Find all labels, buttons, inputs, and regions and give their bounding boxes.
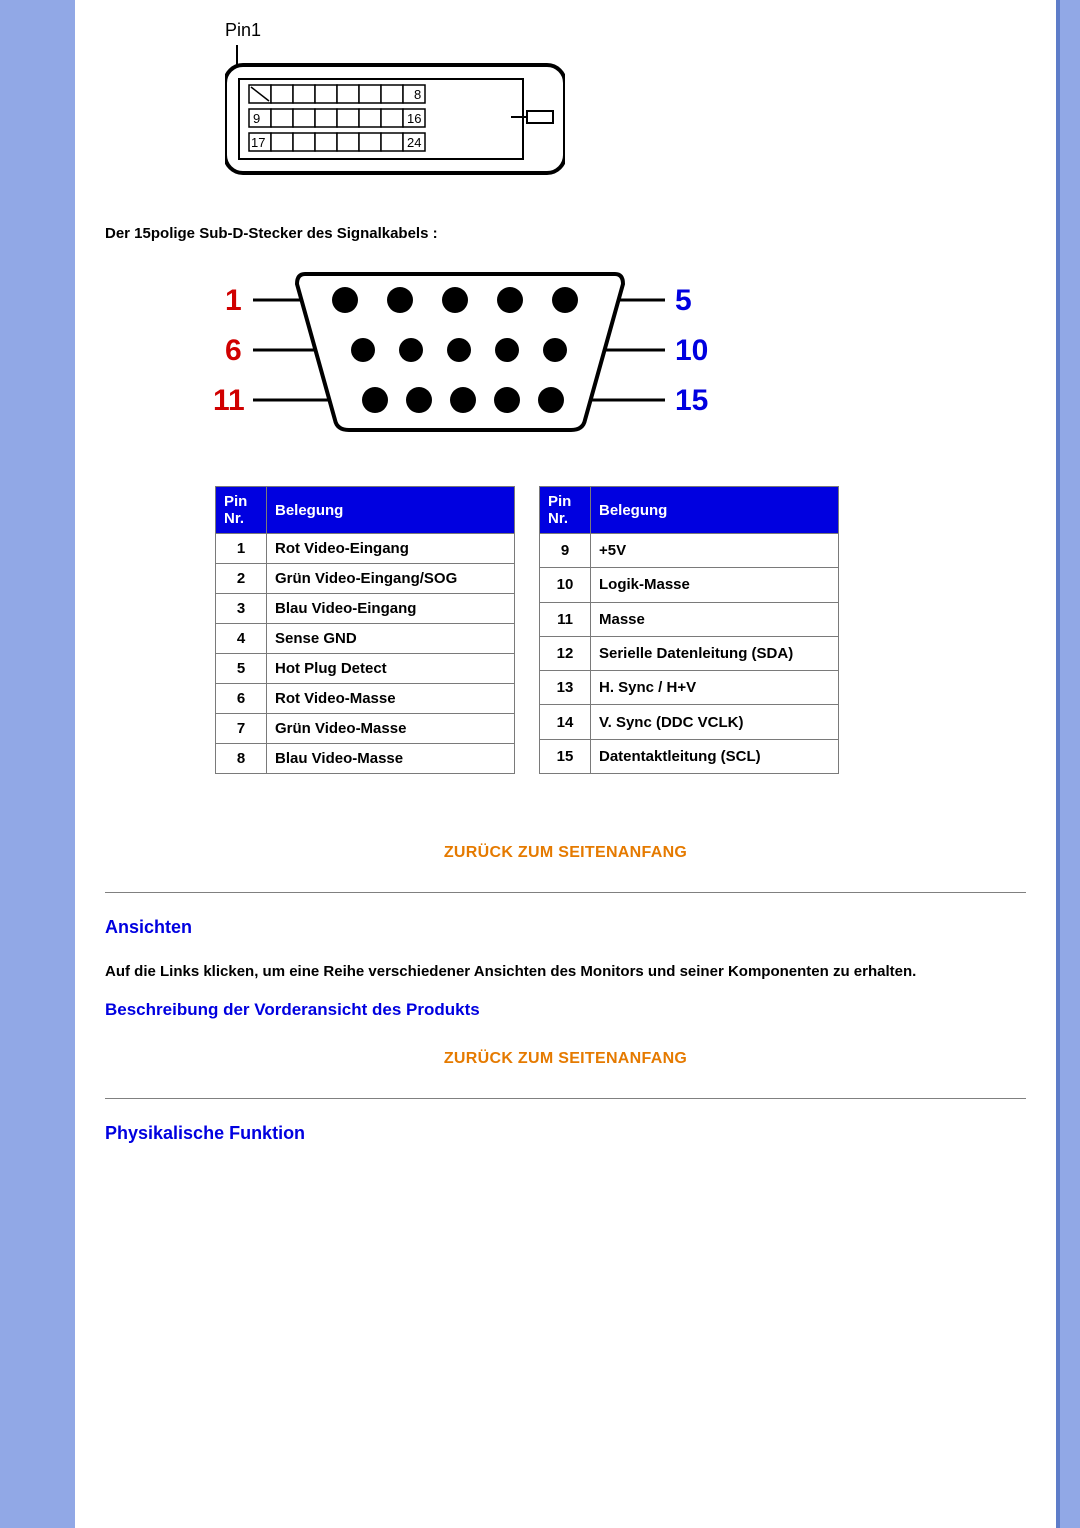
table-row: 11Masse: [540, 602, 839, 636]
table-row: 8Blau Video-Masse: [216, 744, 515, 774]
pin-number: 9: [540, 534, 591, 568]
table-row: 2Grün Video-Eingang/SOG: [216, 564, 515, 594]
pin-assignment: Hot Plug Detect: [267, 654, 515, 684]
pin-assignment: Grün Video-Eingang/SOG: [267, 564, 515, 594]
table-row: 1Rot Video-Eingang: [216, 534, 515, 564]
pin-number: 11: [540, 602, 591, 636]
pin-assignment: Blau Video-Eingang: [267, 594, 515, 624]
pin-assignment: +5V: [591, 534, 839, 568]
pin-table-left: Pin Nr. Belegung 1Rot Video-Eingang2Grün…: [215, 486, 515, 774]
table-row: 12Serielle Datenleitung (SDA): [540, 636, 839, 670]
pin-assignment: Sense GND: [267, 624, 515, 654]
table-row: 14V. Sync (DDC VCLK): [540, 705, 839, 739]
dvi-row2-start: 9: [253, 111, 260, 126]
back-to-top-link[interactable]: ZURÜCK ZUM SEITENANFANG: [105, 844, 1026, 862]
pin-number: 13: [540, 671, 591, 705]
ansichten-text: Auf die Links klicken, um eine Reihe ver…: [105, 962, 1026, 982]
table-row: 13H. Sync / H+V: [540, 671, 839, 705]
pin-number: 14: [540, 705, 591, 739]
pin-number: 7: [216, 714, 267, 744]
dvi-row3-end: 24: [407, 135, 421, 150]
pin-number: 8: [216, 744, 267, 774]
pin-assignment: V. Sync (DDC VCLK): [591, 705, 839, 739]
table-row: 4Sense GND: [216, 624, 515, 654]
th-pin-nr: Pin Nr.: [540, 487, 591, 534]
pin-assignment: Datentaktleitung (SCL): [591, 739, 839, 773]
table-row: 9+5V: [540, 534, 839, 568]
th-belegung: Belegung: [267, 487, 515, 534]
back-to-top-link[interactable]: ZURÜCK ZUM SEITENANFANG: [105, 1050, 1026, 1068]
pin-assignment: Serielle Datenleitung (SDA): [591, 636, 839, 670]
dvi-connector-diagram: 8 9 16 17 24: [225, 45, 1026, 175]
pin-number: 12: [540, 636, 591, 670]
table-row: 3Blau Video-Eingang: [216, 594, 515, 624]
heading-phys: Physikalische Funktion: [105, 1123, 1026, 1144]
th-belegung: Belegung: [591, 487, 839, 534]
pin-number: 2: [216, 564, 267, 594]
dvi-row1-end: 8: [414, 87, 421, 102]
pin-number: 5: [216, 654, 267, 684]
pin-number: 15: [540, 739, 591, 773]
pin-number: 1: [216, 534, 267, 564]
subd-r3-left: 11: [213, 384, 245, 417]
pin-assignment: Rot Video-Eingang: [267, 534, 515, 564]
dvi-row2-end: 16: [407, 111, 421, 126]
subd-r3-right: 15: [675, 384, 708, 417]
table-row: 6Rot Video-Masse: [216, 684, 515, 714]
pin-number: 10: [540, 568, 591, 602]
pin-table-right: Pin Nr. Belegung 9+5V10Logik-Masse11Mass…: [539, 486, 839, 774]
pin-number: 6: [216, 684, 267, 714]
pin-assignment: Logik-Masse: [591, 568, 839, 602]
subd-r2-left: 6: [225, 334, 242, 367]
pin-assignment: Blau Video-Masse: [267, 744, 515, 774]
pin-number: 3: [216, 594, 267, 624]
subd-connector-diagram: 1 6 11 5 10 15: [205, 262, 1026, 446]
front-view-link[interactable]: Beschreibung der Vorderansicht des Produ…: [105, 1000, 1026, 1020]
th-pin-nr: Pin Nr.: [216, 487, 267, 534]
pin-assignment: Grün Video-Masse: [267, 714, 515, 744]
heading-ansichten: Ansichten: [105, 917, 1026, 938]
pin-number: 4: [216, 624, 267, 654]
dvi-row3-start: 17: [251, 135, 265, 150]
table-row: 5Hot Plug Detect: [216, 654, 515, 684]
table-row: 10Logik-Masse: [540, 568, 839, 602]
table-row: 15Datentaktleitung (SCL): [540, 739, 839, 773]
subd-r1-right: 5: [675, 284, 692, 317]
dvi-pin1-label: Pin1: [225, 20, 1026, 41]
subd-r2-right: 10: [675, 334, 708, 367]
pin-assignment: Masse: [591, 602, 839, 636]
pin-assignment: H. Sync / H+V: [591, 671, 839, 705]
subd-title: Der 15polige Sub-D-Stecker des Signalkab…: [105, 225, 1026, 242]
subd-r1-left: 1: [225, 284, 242, 317]
pin-assignment: Rot Video-Masse: [267, 684, 515, 714]
divider: [105, 892, 1026, 893]
divider: [105, 1098, 1026, 1099]
table-row: 7Grün Video-Masse: [216, 714, 515, 744]
